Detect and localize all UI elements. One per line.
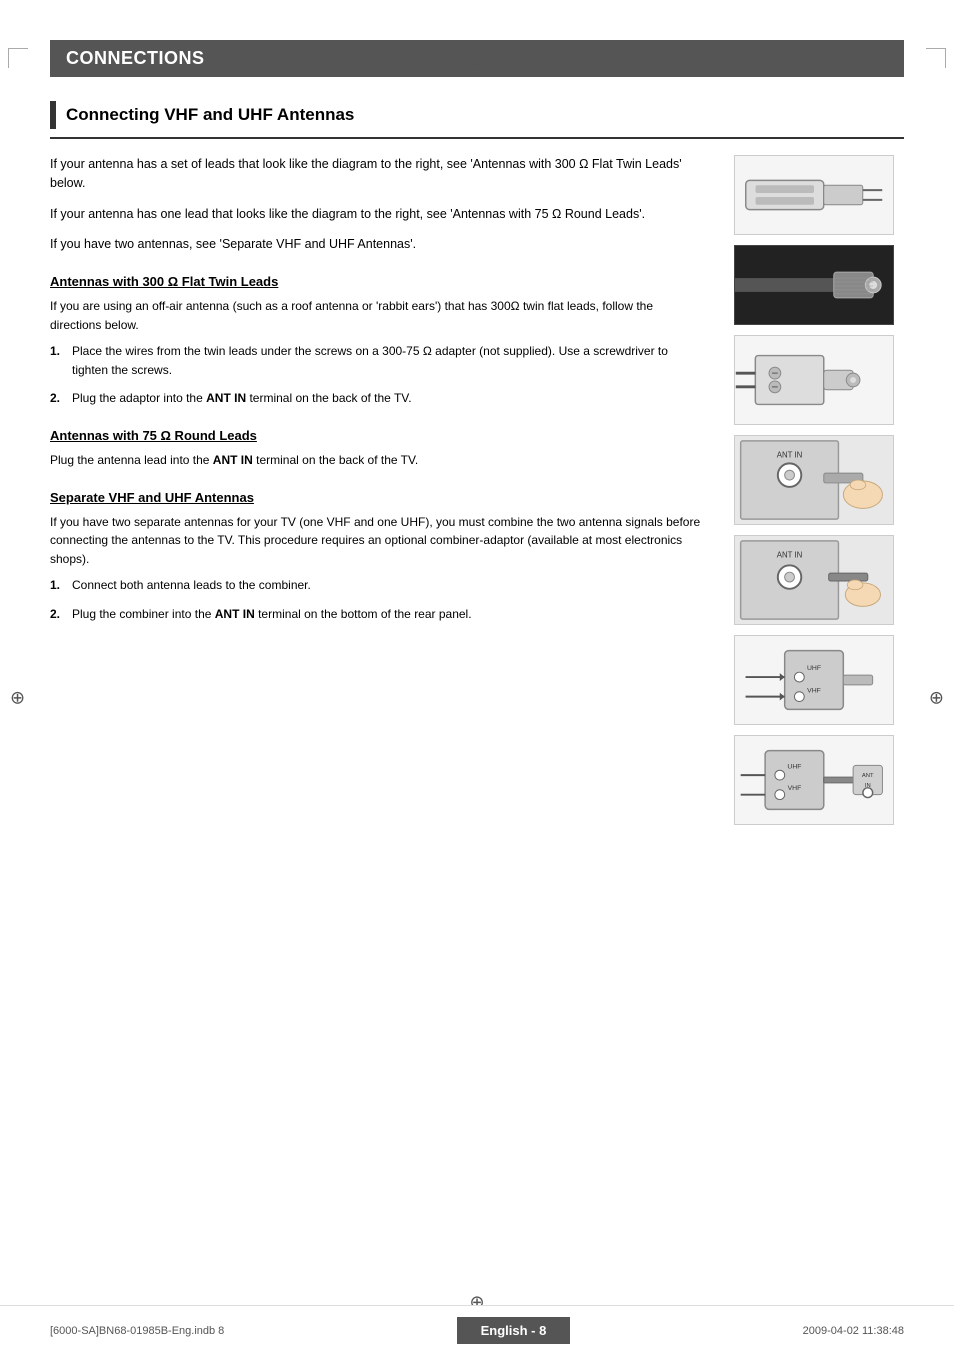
intro-para2: If your antenna has one lead that looks … xyxy=(50,205,704,224)
svg-text:UHF: UHF xyxy=(787,763,801,770)
corner-mark-tl xyxy=(8,48,28,68)
subsection3-title: Separate VHF and UHF Antennas xyxy=(50,490,704,505)
svg-text:ANT IN: ANT IN xyxy=(777,551,802,560)
section-heading: Connecting VHF and UHF Antennas xyxy=(50,101,904,139)
intro-para3: If you have two antennas, see 'Separate … xyxy=(50,235,704,254)
diagram-round-cable xyxy=(734,245,894,325)
diagram-adapter-screws xyxy=(734,335,894,425)
footer-page-number: English - 8 xyxy=(457,1317,571,1344)
subsection3-step1: 1. Connect both antenna leads to the com… xyxy=(50,576,704,595)
diagram-flat-antenna xyxy=(734,155,894,235)
section-heading-text: Connecting VHF and UHF Antennas xyxy=(66,105,354,125)
svg-text:ANT: ANT xyxy=(862,773,874,779)
crosshair-top-icon xyxy=(467,50,487,70)
subsection1-step2: 2. Plug the adaptor into the ANT IN term… xyxy=(50,389,704,408)
main-content: If your antenna has a set of leads that … xyxy=(50,155,904,825)
section-heading-bar xyxy=(50,101,56,129)
subsection2-intro: Plug the antenna lead into the ANT IN te… xyxy=(50,451,704,470)
subsection3-step2: 2. Plug the combiner into the ANT IN ter… xyxy=(50,605,704,624)
diagram-combiner: UHF VHF xyxy=(734,635,894,725)
diagram-ant-in-back: ANT IN xyxy=(734,435,894,525)
subsection2-title: Antennas with 75 Ω Round Leads xyxy=(50,428,704,443)
svg-text:ANT IN: ANT IN xyxy=(777,451,802,460)
corner-mark-tr xyxy=(926,48,946,68)
footer-left-text: [6000-SA]BN68-01985B-Eng.indb 8 xyxy=(50,1325,224,1337)
intro-para1: If your antenna has a set of leads that … xyxy=(50,155,704,193)
svg-text:UHF: UHF xyxy=(807,665,821,672)
svg-text:VHF: VHF xyxy=(788,785,802,792)
crosshair-right-icon xyxy=(929,687,944,708)
crosshair-left-icon xyxy=(10,687,25,708)
subsection1-intro: If you are using an off-air antenna (suc… xyxy=(50,297,704,334)
subsection3-intro: If you have two separate antennas for yo… xyxy=(50,513,704,569)
subsection1-title: Antennas with 300 Ω Flat Twin Leads xyxy=(50,274,704,289)
footer-right-text: 2009-04-02 11:38:48 xyxy=(803,1325,904,1337)
content-left: If your antenna has a set of leads that … xyxy=(50,155,704,825)
diagram-ant-in-round: ANT IN xyxy=(734,535,894,625)
footer: [6000-SA]BN68-01985B-Eng.indb 8 English … xyxy=(0,1305,954,1355)
subsection1-step1: 1. Place the wires from the twin leads u… xyxy=(50,342,704,379)
svg-text:VHF: VHF xyxy=(807,688,821,695)
diagram-combiner-ant-in: UHF VHF ANT IN xyxy=(734,735,894,825)
content-right: ANT IN ANT IN xyxy=(724,155,904,825)
